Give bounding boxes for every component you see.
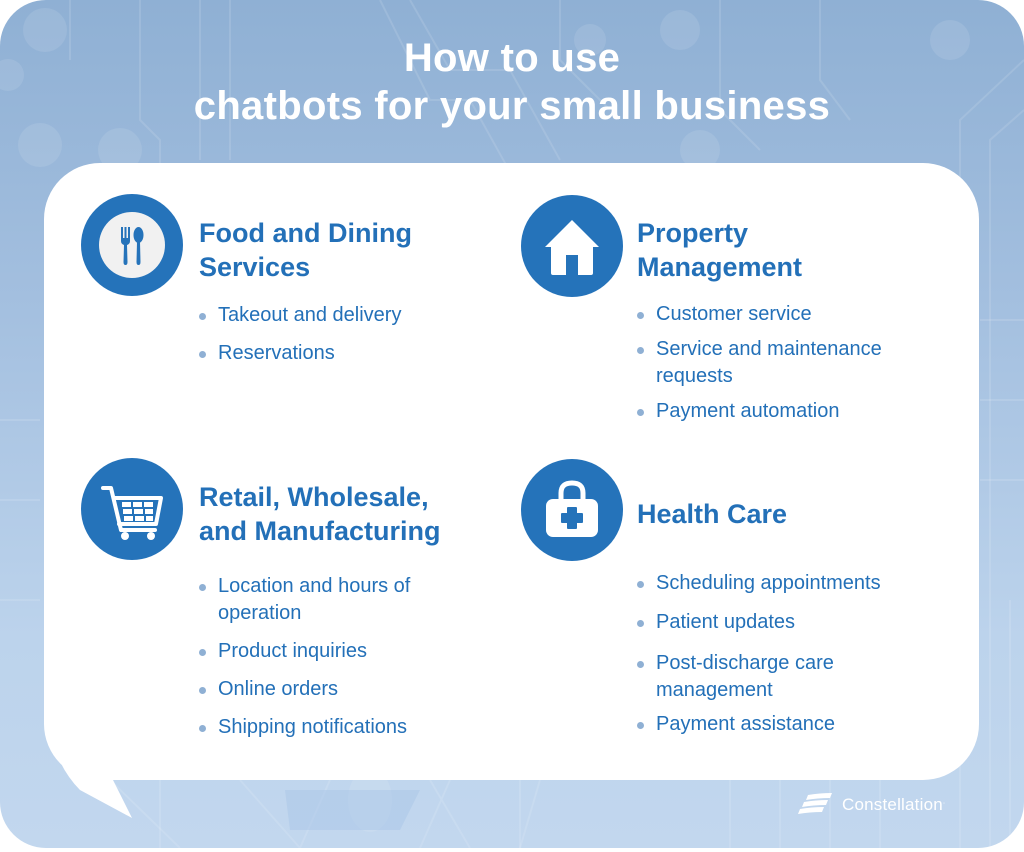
list-item-continuation: operation	[218, 602, 302, 624]
section-title-line: and Manufacturing	[199, 516, 441, 546]
bullet-dot	[199, 313, 206, 320]
list-item: Takeout and delivery	[199, 302, 401, 329]
bullet-list: Customer service Service and maintenance…	[637, 301, 882, 425]
section-title-line: Health Care	[637, 499, 788, 529]
section-title: Health Care	[637, 497, 787, 531]
list-item: Shipping notifications	[199, 714, 410, 741]
bullet-dot	[637, 620, 644, 627]
constellation-logo-icon	[798, 793, 832, 814]
bullet-dot	[199, 649, 206, 656]
bullet-list: Location and hours of operation Product …	[199, 573, 410, 741]
section-title: Food and Dining Services	[199, 216, 412, 284]
retail-icon-badge	[81, 458, 183, 560]
bullet-dot	[637, 581, 644, 588]
list-item: Post-discharge care	[637, 650, 881, 677]
medical-bag-icon	[546, 480, 598, 537]
list-item: Location and hours of	[199, 573, 410, 600]
list-item: Customer service	[637, 301, 882, 328]
list-item: Reservations	[199, 340, 401, 367]
shopping-cart-icon	[101, 486, 163, 540]
food-icon-badge	[81, 194, 183, 296]
bullet-dot	[637, 409, 644, 416]
speech-bubble: Food and Dining Services Takeout and del…	[0, 0, 1024, 852]
bullet-dot	[637, 347, 644, 354]
list-item: Service and maintenance	[637, 336, 882, 363]
brand-name: Constellation.	[842, 795, 946, 814]
constellation-logo: Constellation.	[796, 793, 945, 817]
bullet-dot	[199, 725, 206, 732]
section-title: Property Management	[637, 216, 802, 284]
bullet-dot	[199, 584, 206, 591]
bullet-dot	[199, 351, 206, 358]
bullet-dot	[199, 687, 206, 694]
property-icon-badge	[521, 195, 623, 297]
list-item: Patient updates	[637, 609, 881, 636]
section-title-line: Food and Dining	[199, 218, 412, 248]
section-title-line: Retail, Wholesale,	[199, 482, 429, 512]
section-title-line: Services	[199, 252, 311, 282]
list-item: Scheduling appointments	[637, 570, 881, 597]
section-title: Retail, Wholesale, and Manufacturing	[199, 480, 441, 548]
bullet-dot	[637, 661, 644, 668]
section-title-line: Management	[637, 252, 803, 282]
list-item: Payment automation	[637, 398, 882, 425]
bullet-list: Scheduling appointments Patient updates …	[637, 570, 881, 738]
list-item: Payment assistance	[637, 711, 881, 738]
house-icon	[545, 220, 599, 275]
list-item: Product inquiries	[199, 638, 410, 665]
bullet-dot	[637, 312, 644, 319]
bullet-list: Takeout and delivery Reservations	[199, 302, 401, 367]
health-icon-badge	[521, 459, 623, 561]
list-item-continuation: management	[656, 679, 773, 701]
section-title-line: Property	[637, 218, 749, 248]
fork-spoon-icon	[99, 212, 165, 278]
bullet-dot	[637, 722, 644, 729]
list-item-continuation: requests	[656, 365, 733, 387]
list-item: Online orders	[199, 676, 410, 703]
